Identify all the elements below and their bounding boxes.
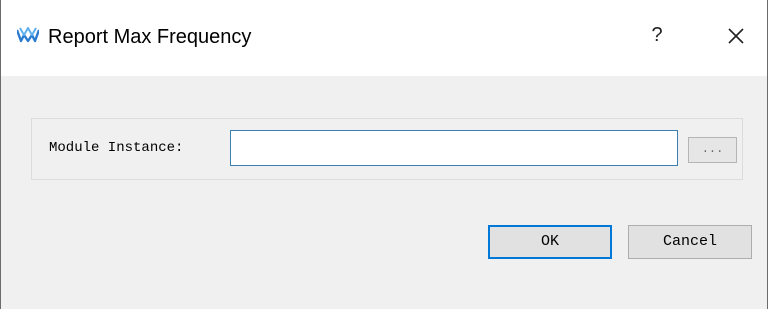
- close-icon[interactable]: [721, 21, 751, 51]
- report-max-frequency-dialog: Report Max Frequency ? Module Instance: …: [0, 0, 768, 309]
- ok-button[interactable]: OK: [488, 225, 612, 259]
- browse-button[interactable]: ...: [688, 137, 737, 163]
- help-button[interactable]: ?: [645, 18, 669, 52]
- module-instance-label: Module Instance:: [49, 140, 184, 156]
- gowin-logo-icon: [17, 27, 39, 43]
- cancel-button[interactable]: Cancel: [628, 225, 752, 259]
- module-instance-input[interactable]: [230, 130, 678, 166]
- dialog-title: Report Max Frequency: [48, 26, 252, 48]
- title-bar: Report Max Frequency ?: [1, 0, 767, 76]
